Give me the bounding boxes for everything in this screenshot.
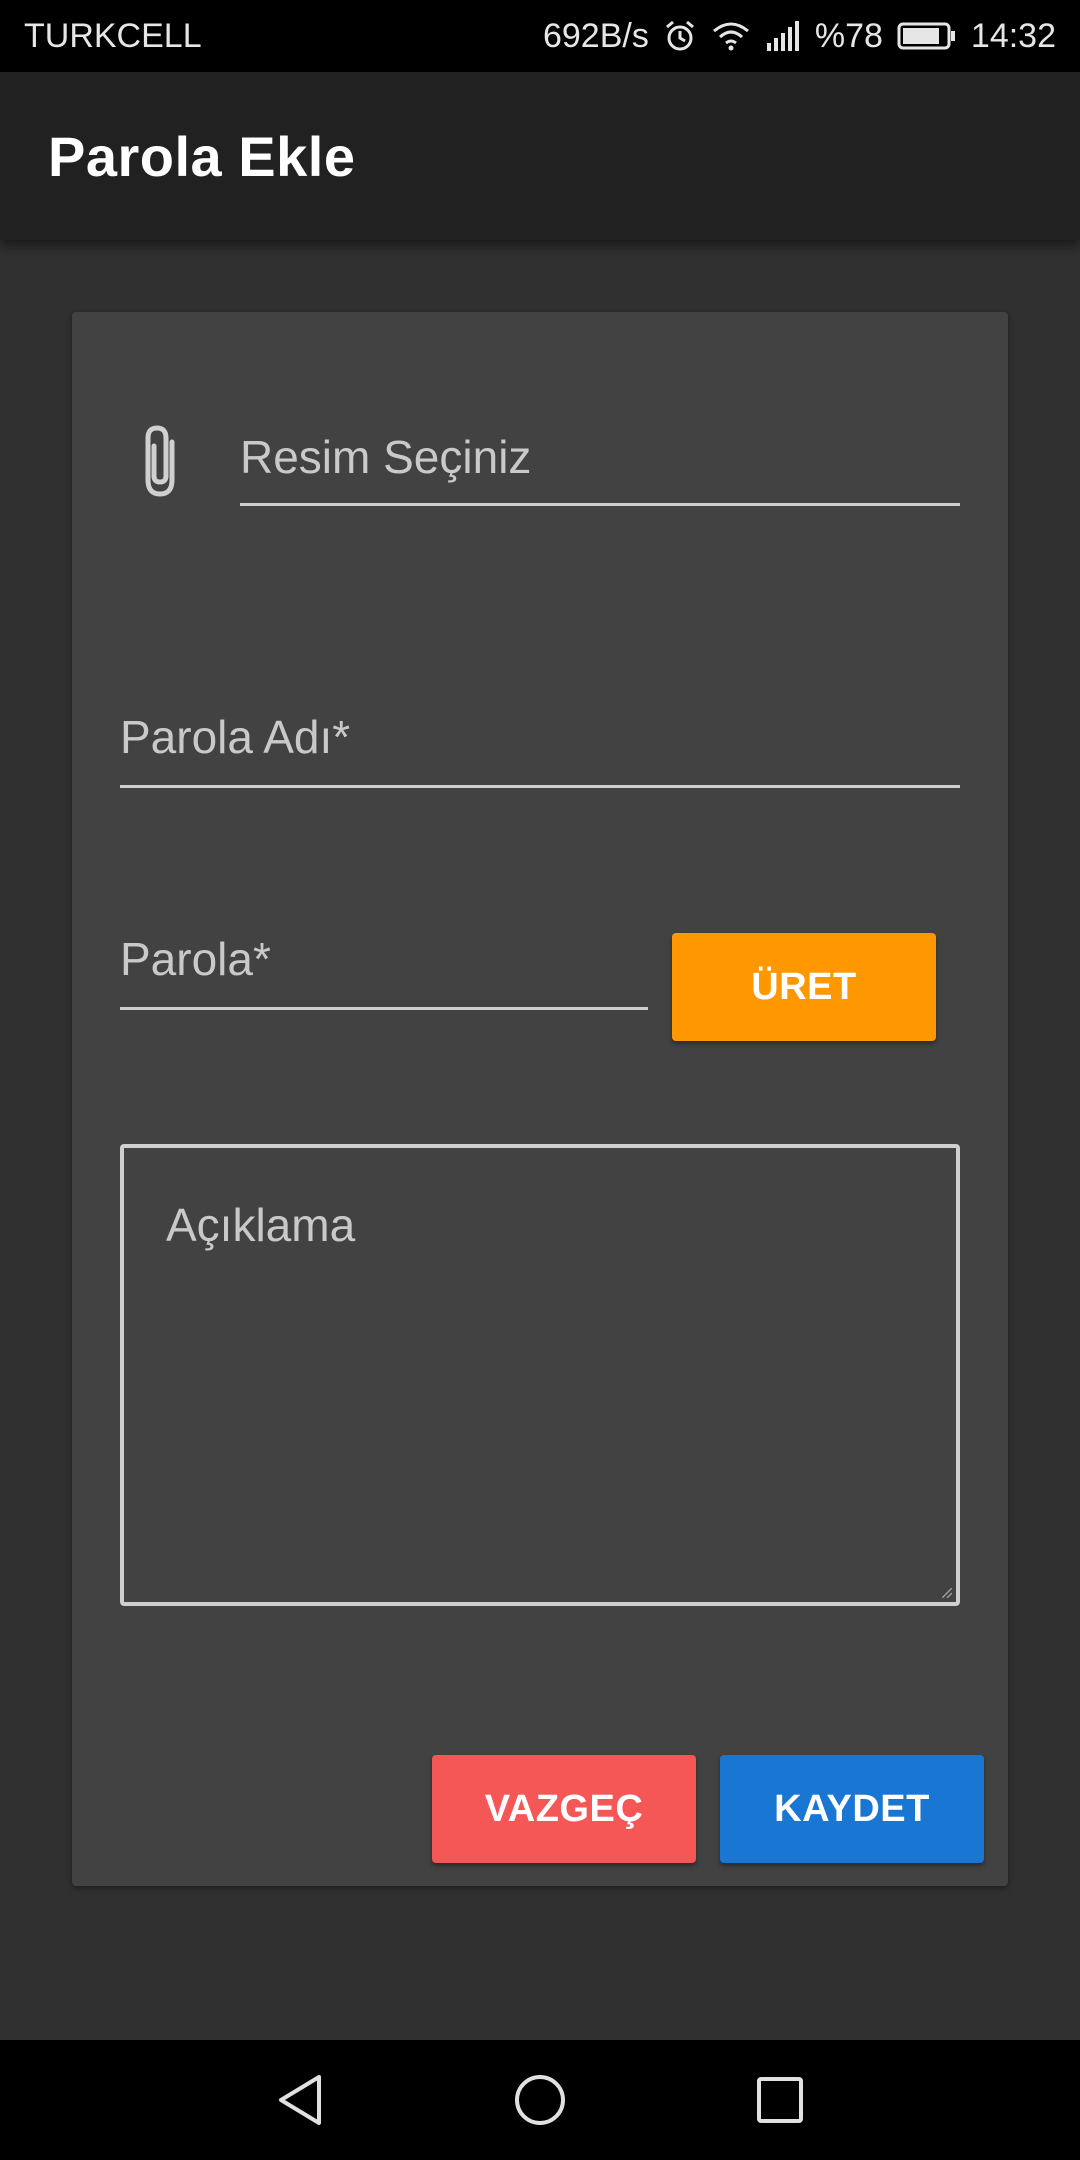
net-speed: 692B/s: [542, 16, 649, 55]
password-name-field[interactable]: Parola Adı*: [120, 710, 960, 788]
page-title: Parola Ekle: [48, 124, 356, 188]
alarm-icon: [663, 19, 697, 53]
description-placeholder: Açıklama: [166, 1199, 356, 1251]
image-picker-field[interactable]: Resim Seçiniz: [240, 428, 960, 506]
generate-button[interactable]: ÜRET: [672, 933, 936, 1041]
home-icon[interactable]: [470, 2040, 610, 2160]
signal-icon: [765, 21, 801, 51]
clock: 14:32: [970, 16, 1056, 55]
app-bar: Parola Ekle: [0, 72, 1080, 240]
carrier-label: TURKCELL: [24, 16, 202, 55]
status-indicators: 692B/s %78 14:32: [543, 17, 1056, 56]
password-name-placeholder: Parola Adı*: [120, 711, 351, 763]
save-button[interactable]: KAYDET: [720, 1755, 984, 1863]
battery-icon: [897, 21, 957, 51]
recents-icon[interactable]: [710, 2040, 850, 2160]
paperclip-icon[interactable]: [132, 422, 192, 502]
form-card: Resim Seçiniz Parola Adı* Parola* ÜRET A…: [72, 312, 1008, 1886]
image-picker-placeholder: Resim Seçiniz: [240, 431, 532, 483]
wifi-icon: [711, 19, 751, 53]
description-textarea[interactable]: Açıklama: [120, 1144, 960, 1606]
password-placeholder: Parola*: [120, 933, 271, 985]
resize-grip-icon[interactable]: [942, 1588, 952, 1598]
cancel-button[interactable]: VAZGEÇ: [432, 1755, 696, 1863]
password-field[interactable]: Parola*: [120, 932, 648, 1010]
battery-percent: %78: [814, 16, 883, 55]
navigation-bar: [0, 2040, 1080, 2160]
back-icon[interactable]: [230, 2040, 370, 2160]
status-bar: TURKCELL 692B/s %78 14:32: [0, 0, 1080, 72]
